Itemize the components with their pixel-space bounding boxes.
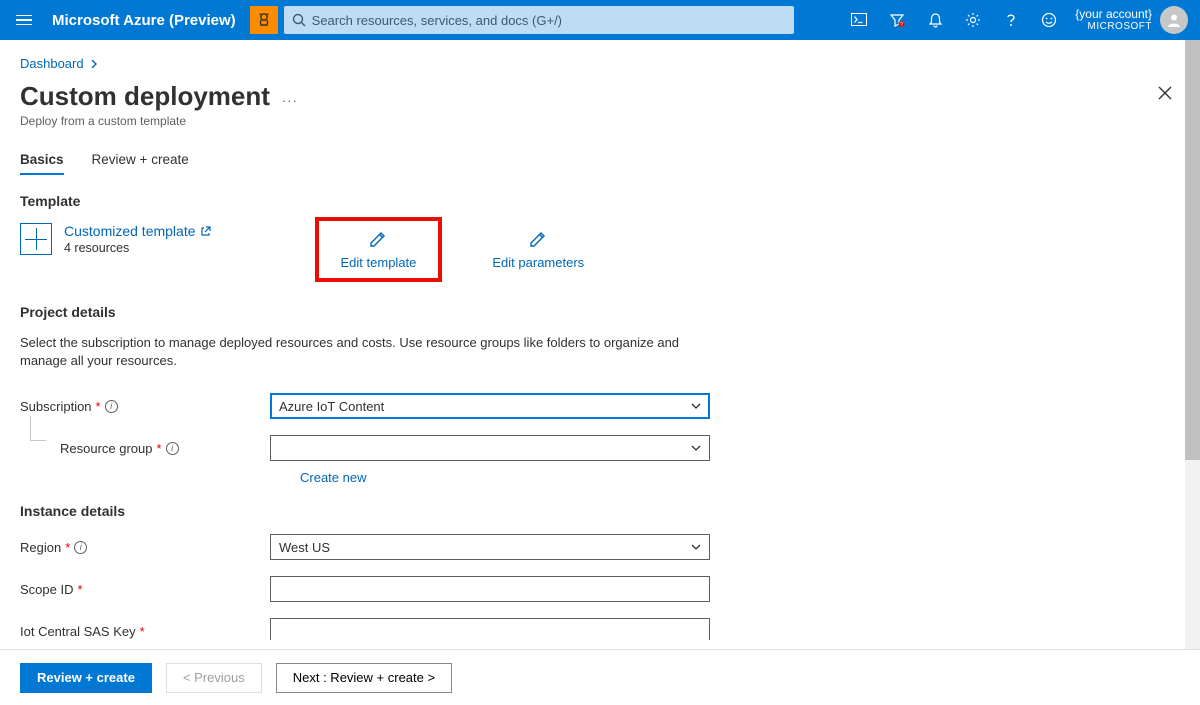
sas-key-label: Iot Central SAS Key xyxy=(20,624,136,639)
directory-filter-icon[interactable]: ? xyxy=(879,0,915,40)
notifications-icon[interactable] xyxy=(917,0,953,40)
search-icon xyxy=(292,13,306,27)
template-resource-count: 4 resources xyxy=(64,241,211,255)
brand-title: Microsoft Azure (Preview) xyxy=(52,12,236,29)
chevron-down-icon xyxy=(691,401,701,411)
close-blade-button[interactable] xyxy=(1158,86,1172,103)
project-heading: Project details xyxy=(20,304,1180,320)
required-icon: * xyxy=(140,624,145,639)
tab-bar: Basics Review + create xyxy=(20,152,1180,175)
page-subtitle: Deploy from a custom template xyxy=(20,114,270,128)
blade-content: Dashboard Custom deployment Deploy from … xyxy=(0,40,1200,640)
create-new-rg-link[interactable]: Create new xyxy=(300,470,1180,485)
info-icon[interactable]: i xyxy=(105,400,118,413)
more-menu-icon[interactable]: ··· xyxy=(282,93,298,108)
instance-heading: Instance details xyxy=(20,503,1180,519)
region-select[interactable]: West US xyxy=(270,534,710,560)
account-tenant: MICROSOFT xyxy=(1075,21,1152,32)
help-icon[interactable] xyxy=(993,0,1029,40)
tab-review-create[interactable]: Review + create xyxy=(92,152,189,175)
required-icon: * xyxy=(157,441,162,456)
menu-hamburger-icon[interactable] xyxy=(12,9,40,32)
customized-template-link[interactable]: Customized template xyxy=(64,223,211,239)
scope-id-field[interactable] xyxy=(270,576,710,602)
chevron-right-icon xyxy=(90,59,98,69)
required-icon: * xyxy=(65,540,70,555)
region-label: Region xyxy=(20,540,61,555)
avatar-icon xyxy=(1160,6,1188,34)
tab-basics[interactable]: Basics xyxy=(20,152,64,175)
account-menu[interactable]: {your account} MICROSOFT xyxy=(1069,6,1194,34)
review-create-button[interactable]: Review + create xyxy=(20,663,152,693)
resource-group-label: Resource group xyxy=(60,441,153,456)
feedback-icon[interactable] xyxy=(1031,0,1067,40)
search-placeholder: Search resources, services, and docs (G+… xyxy=(312,13,562,28)
external-link-icon xyxy=(200,226,211,237)
scope-id-label: Scope ID xyxy=(20,582,73,597)
search-input[interactable]: Search resources, services, and docs (G+… xyxy=(284,6,794,34)
info-icon[interactable]: i xyxy=(74,541,87,554)
pencil-icon xyxy=(368,229,388,249)
subscription-select[interactable]: Azure IoT Content xyxy=(270,393,710,419)
required-icon: * xyxy=(96,399,101,414)
settings-gear-icon[interactable] xyxy=(955,0,991,40)
edit-template-button[interactable]: Edit template xyxy=(321,223,437,276)
account-name: {your account} xyxy=(1075,8,1152,21)
breadcrumb: Dashboard xyxy=(20,56,1180,71)
previous-button: < Previous xyxy=(166,663,262,693)
project-description: Select the subscription to manage deploy… xyxy=(20,334,680,370)
pencil-icon xyxy=(528,229,548,249)
subscription-label: Subscription xyxy=(20,399,92,414)
template-grid-icon xyxy=(20,223,52,255)
required-icon: * xyxy=(77,582,82,597)
cloud-shell-icon[interactable] xyxy=(841,0,877,40)
next-button[interactable]: Next : Review + create > xyxy=(276,663,452,693)
page-title: Custom deployment xyxy=(20,81,270,112)
footer-bar: Review + create < Previous Next : Review… xyxy=(0,649,1200,705)
preview-badge-icon[interactable] xyxy=(250,6,278,34)
breadcrumb-root[interactable]: Dashboard xyxy=(20,56,84,71)
svg-text:?: ? xyxy=(900,22,903,28)
resource-group-select[interactable] xyxy=(270,435,710,461)
chevron-down-icon xyxy=(691,542,701,552)
edit-parameters-button[interactable]: Edit parameters xyxy=(472,223,604,276)
top-bar: Microsoft Azure (Preview) Search resourc… xyxy=(0,0,1200,40)
template-heading: Template xyxy=(20,193,1180,209)
info-icon[interactable]: i xyxy=(166,442,179,455)
sas-key-field[interactable] xyxy=(270,618,710,640)
scrollbar[interactable] xyxy=(1185,40,1200,649)
chevron-down-icon xyxy=(691,443,701,453)
